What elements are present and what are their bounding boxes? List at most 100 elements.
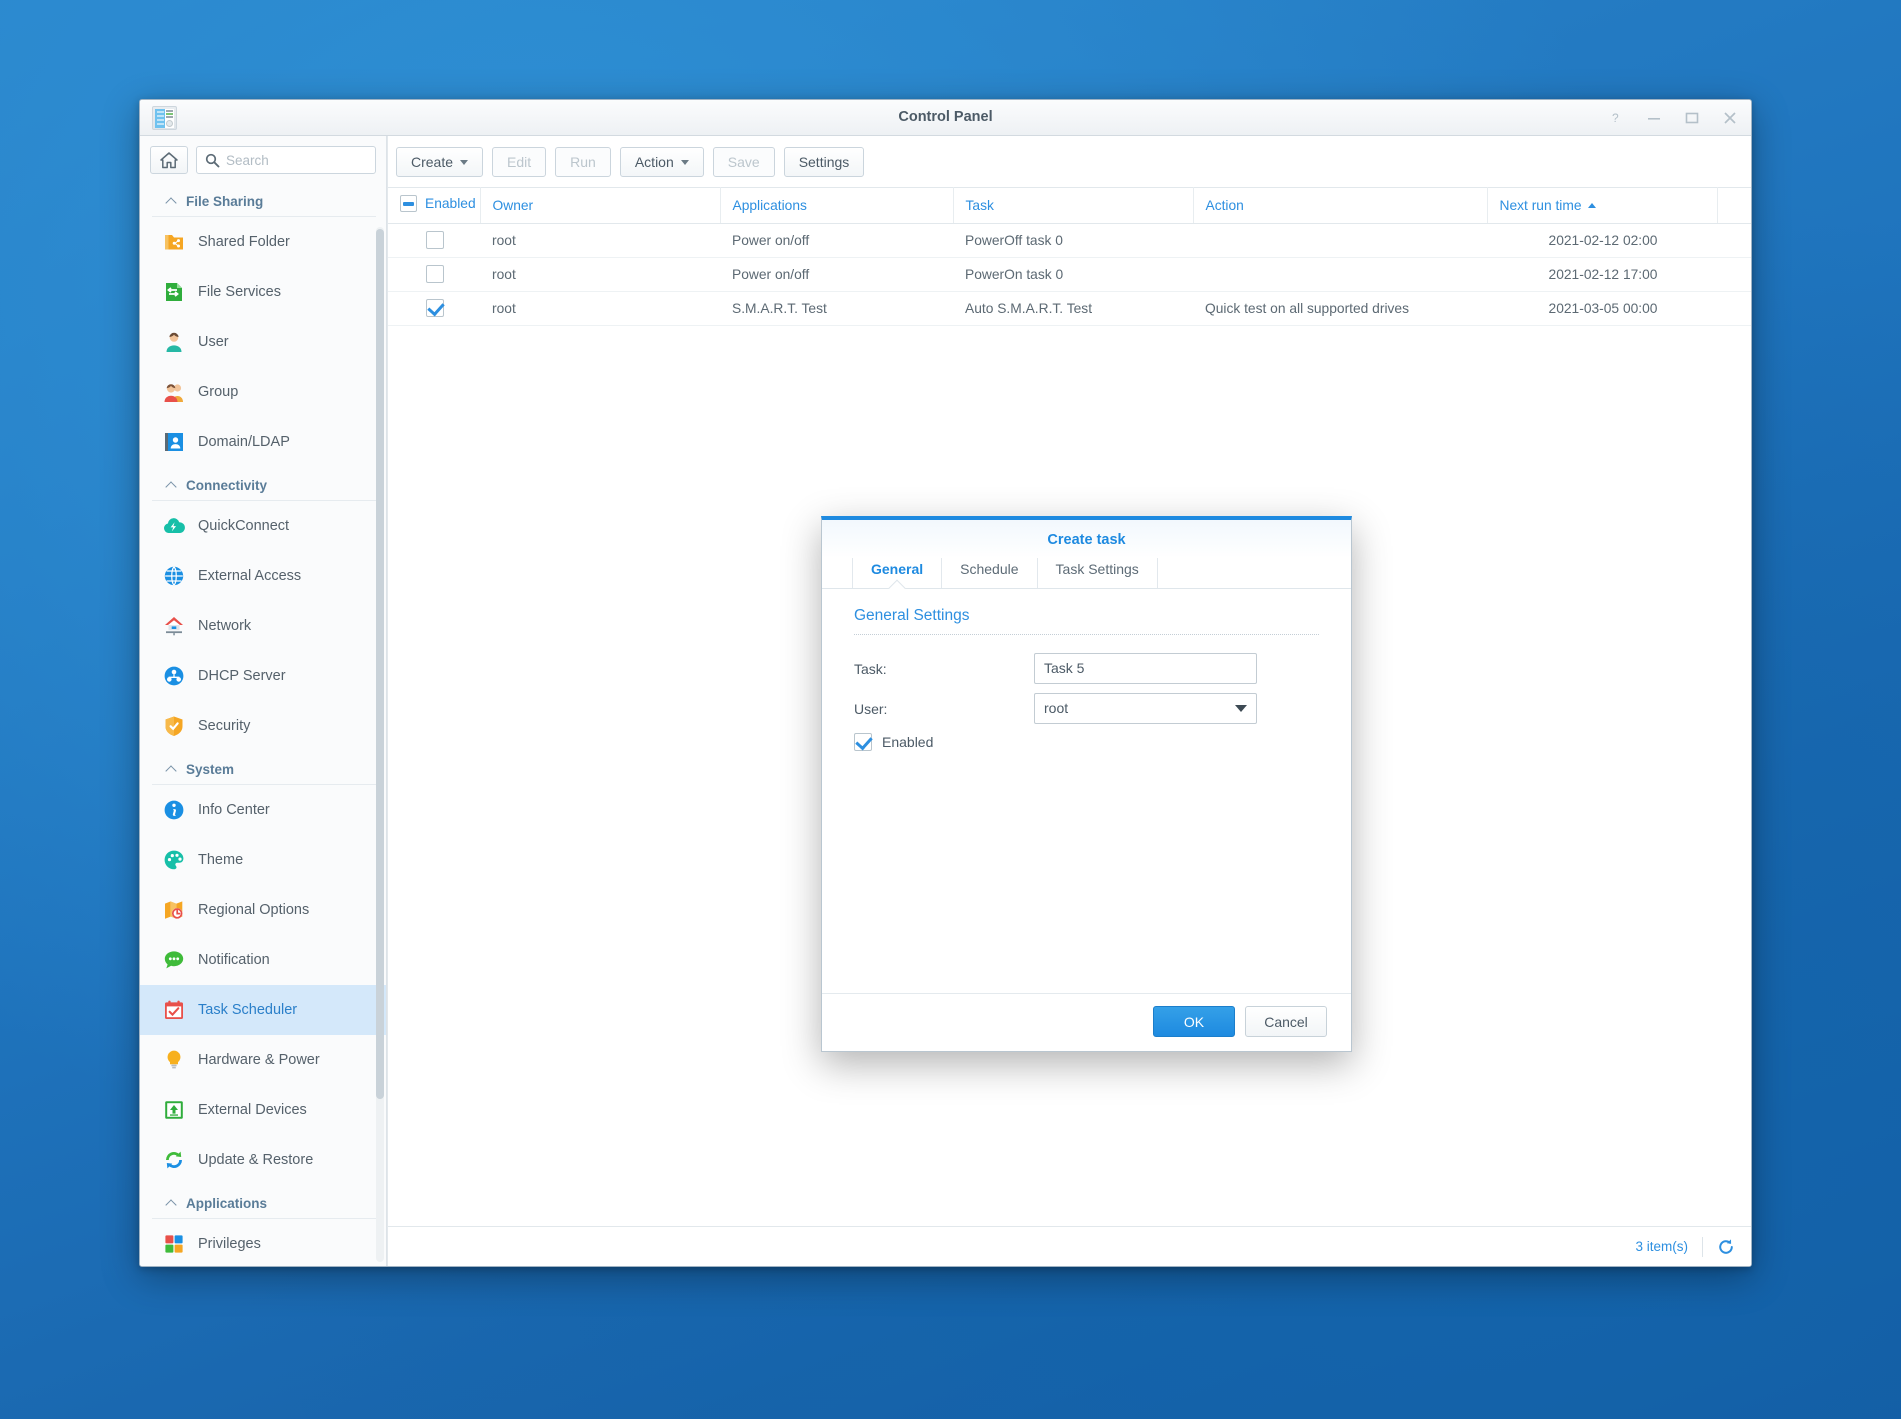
ok-button[interactable]: OK xyxy=(1153,1006,1235,1037)
sidebar-item-user[interactable]: User xyxy=(140,317,386,367)
sidebar-item-privileges[interactable]: Privileges xyxy=(140,1219,386,1266)
close-button[interactable] xyxy=(1721,109,1739,127)
sidebar-item-shared-folder[interactable]: Shared Folder xyxy=(140,217,386,267)
tab-general[interactable]: General xyxy=(852,558,941,588)
sidebar-item-external-access[interactable]: External Access xyxy=(140,551,386,601)
action-button[interactable]: Action xyxy=(619,147,704,177)
column-header-enabled[interactable]: Enabled xyxy=(388,187,481,224)
cell-enabled[interactable] xyxy=(388,223,480,258)
table-row[interactable]: root Power on/off PowerOn task 0 2021-02… xyxy=(388,257,1751,292)
section-title: General Settings xyxy=(854,607,970,624)
sidebar-item-label: Network xyxy=(198,618,252,634)
sidebar-item-regional-options[interactable]: Regional Options xyxy=(140,885,386,935)
refresh-button[interactable] xyxy=(1717,1238,1735,1256)
sidebar-item-domain-ldap[interactable]: Domain/LDAP xyxy=(140,417,386,467)
task-name-input[interactable]: Task 5 xyxy=(1034,653,1257,684)
sidebar-item-info-center[interactable]: Info Center xyxy=(140,785,386,835)
table-row[interactable]: root S.M.A.R.T. Test Auto S.M.A.R.T. Tes… xyxy=(388,291,1751,326)
cell-enabled[interactable] xyxy=(388,257,480,292)
security-shield-icon xyxy=(162,714,186,738)
settings-button[interactable]: Settings xyxy=(783,147,865,177)
column-header-next-run-time[interactable]: Next run time xyxy=(1487,187,1718,224)
sidebar-group-system[interactable]: System xyxy=(152,751,376,785)
hardware-power-icon xyxy=(162,1048,186,1072)
cell-task: PowerOn task 0 xyxy=(953,257,1193,292)
row-enabled-checkbox[interactable] xyxy=(426,265,444,283)
save-button[interactable]: Save xyxy=(712,147,775,177)
column-header-label: Next run time xyxy=(1499,197,1582,213)
shared-folder-icon xyxy=(162,230,186,254)
sidebar-item-dhcp-server[interactable]: DHCP Server xyxy=(140,651,386,701)
sidebar-item-label: Shared Folder xyxy=(198,234,290,250)
window-titlebar[interactable]: Control Panel ? xyxy=(140,100,1751,136)
sidebar-item-security[interactable]: Security xyxy=(140,701,386,751)
tab-task-settings[interactable]: Task Settings xyxy=(1036,558,1158,588)
sidebar-group-label: Connectivity xyxy=(186,478,268,493)
create-button[interactable]: Create xyxy=(396,147,484,177)
sidebar-item-label: DHCP Server xyxy=(198,668,286,684)
control-panel-window: Control Panel ? Search File Sharing Shar… xyxy=(139,99,1752,1267)
sidebar-item-external-devices[interactable]: External Devices xyxy=(140,1085,386,1135)
table-header-row: Enabled Owner Applications Task Action N… xyxy=(388,187,1751,224)
sidebar-group-applications[interactable]: Applications xyxy=(152,1185,376,1219)
window-controls: ? xyxy=(1607,100,1739,136)
cell-task: Auto S.M.A.R.T. Test xyxy=(953,291,1193,326)
cell-action xyxy=(1193,223,1487,258)
search-input[interactable]: Search xyxy=(196,146,376,174)
sidebar-item-task-scheduler[interactable]: Task Scheduler xyxy=(140,985,386,1035)
sidebar-item-label: Hardware & Power xyxy=(198,1052,320,1068)
group-icon xyxy=(162,380,186,404)
search-placeholder: Search xyxy=(226,152,269,168)
column-header-applications[interactable]: Applications xyxy=(720,187,954,224)
column-header-owner[interactable]: Owner xyxy=(480,187,721,224)
sidebar-item-notification[interactable]: Notification xyxy=(140,935,386,985)
tab-schedule[interactable]: Schedule xyxy=(941,558,1036,588)
sidebar-item-network[interactable]: Network xyxy=(140,601,386,651)
sidebar-item-group[interactable]: Group xyxy=(140,367,386,417)
enabled-checkbox[interactable] xyxy=(854,733,872,751)
row-enabled-checkbox[interactable] xyxy=(426,299,444,317)
cell-applications: S.M.A.R.T. Test xyxy=(720,291,953,326)
chevron-down-icon xyxy=(1235,705,1247,712)
create-task-dialog: Create task General Schedule Task Settin… xyxy=(821,516,1352,1052)
sidebar-item-theme[interactable]: Theme xyxy=(140,835,386,885)
select-all-checkbox[interactable] xyxy=(400,195,417,212)
user-select[interactable]: root xyxy=(1034,693,1257,724)
item-count-label: 3 item(s) xyxy=(1635,1239,1688,1254)
column-header-label: Owner xyxy=(492,197,534,213)
refresh-icon xyxy=(1719,1238,1733,1254)
sidebar-item-label: Group xyxy=(198,384,239,400)
edit-button[interactable]: Edit xyxy=(492,147,547,177)
task-name-label: Task: xyxy=(854,660,887,677)
sidebar-item-quickconnect[interactable]: QuickConnect xyxy=(140,501,386,551)
column-header-action[interactable]: Action xyxy=(1193,187,1488,224)
sidebar-item-update-restore[interactable]: Update & Restore xyxy=(140,1135,386,1185)
user-select-value: root xyxy=(1044,700,1069,716)
dhcp-server-icon xyxy=(162,664,186,688)
sidebar-item-label: External Access xyxy=(198,568,302,584)
toolbar: Create Edit Run Action Save Settings xyxy=(388,136,1751,187)
sidebar-item-label: Security xyxy=(198,718,251,734)
tab-label: Schedule xyxy=(960,561,1019,577)
sidebar-item-hardware-power[interactable]: Hardware & Power xyxy=(140,1035,386,1085)
sidebar-item-label: Theme xyxy=(198,852,244,868)
home-button[interactable] xyxy=(150,146,188,174)
maximize-button[interactable] xyxy=(1683,109,1701,127)
row-enabled-checkbox[interactable] xyxy=(426,231,444,249)
column-header-task[interactable]: Task xyxy=(953,187,1194,224)
sidebar-item-label: Regional Options xyxy=(198,902,310,918)
cell-owner: root xyxy=(480,223,720,258)
update-restore-icon xyxy=(162,1148,186,1172)
help-button[interactable]: ? xyxy=(1607,109,1625,127)
table-row[interactable]: root Power on/off PowerOff task 0 2021-0… xyxy=(388,223,1751,258)
cancel-button[interactable]: Cancel xyxy=(1245,1006,1327,1037)
cell-owner: root xyxy=(480,257,720,292)
sidebar-item-file-services[interactable]: File Services xyxy=(140,267,386,317)
sidebar-group-connectivity[interactable]: Connectivity xyxy=(152,467,376,501)
run-button[interactable]: Run xyxy=(555,147,611,177)
minimize-button[interactable] xyxy=(1645,109,1663,127)
sidebar-item-label: User xyxy=(198,334,229,350)
sidebar-group-file-sharing[interactable]: File Sharing xyxy=(152,183,376,217)
cell-enabled[interactable] xyxy=(388,291,480,326)
sidebar-scrollbar-thumb[interactable] xyxy=(376,229,384,1099)
